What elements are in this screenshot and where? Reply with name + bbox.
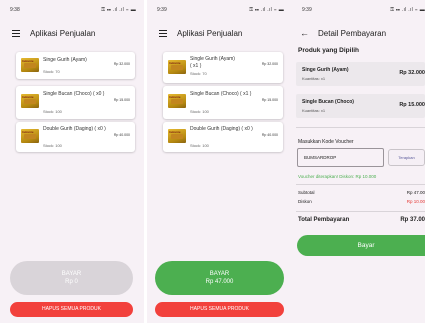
voucher-input[interactable] [297,148,384,167]
bayar-button[interactable]: BAYAR Rp 47.000 [155,261,284,295]
status-icons: ⚿ ☷ .ıl .ıl ⌔ ▬ [249,7,284,13]
app-title: Aplikasi Penjualan [177,29,243,38]
status-bar: 9:39 ⚿ ☷ .ıl .ıl ⌔ ▬ [292,0,425,18]
voucher-applied-message: Voucher diterapkan! Diskon: Rp 10.000 [298,174,377,179]
product-image: Indomie [168,60,186,74]
product-image: Indomie [21,129,39,143]
bayar-amount: Rp 47.000 [205,279,234,285]
bayar-label: BAYAR [61,271,82,277]
product-stock: Stock: 100 [43,109,62,114]
bayar-button[interactable]: BAYAR Rp 0 [10,261,133,295]
product-qty: ( x1 ) [190,63,202,69]
product-image: Indomie [168,94,186,108]
product-name: Double Gurih (Daging) ( x0 ) [190,126,253,132]
item-name: Single Bucan (Choco) [302,99,354,105]
total-label: Total Pembayaran [298,217,350,223]
product-name: Singe Gurih (Ayam) [43,57,87,63]
screen-cart-filled: 9:39 ⚿ ☷ .ıl .ıl ⌔ ▬ Aplikasi Penjualan … [147,0,292,323]
hapus-semua-button[interactable]: HAPUS SEMUA PRODUK [155,302,284,317]
product-card[interactable]: Indomie Single Bucan (Choco) ( x1 ) Stoc… [163,86,283,119]
voucher-label: Masukkan Kode Voucher [298,139,354,145]
bayar-button[interactable]: Bayar [297,235,425,256]
bottom-bar: BAYAR Rp 0 HAPUS SEMUA PRODUK [0,256,144,323]
total-value: Rp 37.00 [400,217,425,223]
bayar-amount: Rp 0 [65,279,78,285]
screen-cart-empty: 9:38 ⚿ ☷ .ıl .ıl ⌔ ▬ Aplikasi Penjualan … [0,0,144,323]
divider [296,211,425,212]
section-title: Produk yang Dipilih [298,47,360,54]
product-stock: Stock: 100 [190,143,209,148]
item-qty: Kuantitas: x1 [302,108,326,113]
product-name: Single Bucan (Choco) ( x0 ) [43,91,105,97]
page-title: Detail Pembayaran [318,29,387,38]
product-stock: Stock: 100 [43,143,62,148]
selected-item: Singe Gurih (Ayam) Kuantitas: x1 Rp 32.0… [296,62,425,86]
product-name: Single Gurih (Ayam) [190,56,235,62]
product-price: Rp 15.000 [261,98,278,102]
item-qty: Kuantitas: x1 [302,76,326,81]
selected-item: Single Bucan (Choco) Kuantitas: x1 Rp 15… [296,94,425,118]
status-icons: ⚿ ☷ .ıl .ıl ⌔ ▬ [101,7,136,13]
status-time: 9:38 [10,7,20,13]
hamburger-menu-icon[interactable] [12,30,20,38]
divider [296,184,425,185]
app-bar: ← Detail Pembayaran [292,24,425,46]
product-card[interactable]: Indomie Singe Gurih (Ayam) Stock: 70 Rp … [16,52,135,79]
product-price: Rp 40.000 [261,133,278,137]
product-card[interactable]: Indomie Double Gurih (Daging) ( x0 ) Sto… [16,122,135,152]
product-card[interactable]: Indomie Double Gurih (Daging) ( x0 ) Sto… [163,122,283,152]
item-price: Rp 32.000 [399,70,425,76]
product-price: Rp 32.000 [261,62,278,66]
product-stock: Stock: 70 [43,69,60,74]
status-bar: 9:38 ⚿ ☷ .ıl .ıl ⌔ ▬ [0,0,144,18]
product-price: Rp 40.000 [113,133,130,137]
product-price: Rp 32.000 [113,62,130,66]
product-image: Indomie [21,58,39,72]
app-bar: Aplikasi Penjualan [0,24,144,46]
subtotal-label: Subtotal [298,190,315,195]
product-stock: Stock: 70 [190,71,207,76]
back-arrow-icon[interactable]: ← [300,28,309,38]
divider [296,127,425,128]
screen-payment-detail: 9:39 ⚿ ☷ .ıl .ıl ⌔ ▬ ← Detail Pembayaran… [292,0,425,323]
bayar-label: BAYAR [209,271,230,277]
product-image: Indomie [21,94,39,108]
app-bar: Aplikasi Penjualan [147,24,292,46]
product-price: Rp 15.000 [113,98,130,102]
bottom-bar: BAYAR Rp 47.000 HAPUS SEMUA PRODUK [147,256,292,323]
diskon-label: Diskon [298,199,312,204]
terapkan-button[interactable]: Terapkan [388,149,425,166]
product-card[interactable]: Indomie Single Gurih (Ayam) ( x1 ) Stock… [163,52,283,83]
status-time: 9:39 [302,7,312,13]
product-name: Double Gurih (Daging) ( x0 ) [43,126,106,132]
product-image: Indomie [168,129,186,143]
item-name: Singe Gurih (Ayam) [302,67,349,73]
product-card[interactable]: Indomie Single Bucan (Choco) ( x0 ) Stoc… [16,86,135,119]
diskon-value: Rp 10.00 [406,199,425,204]
status-time: 9:39 [157,7,167,13]
subtotal-value: Rp 47.00 [406,190,425,195]
hapus-semua-button[interactable]: HAPUS SEMUA PRODUK [10,302,133,317]
hamburger-menu-icon[interactable] [159,30,167,38]
status-icons: ⚿ ☷ .ıl .ıl ⌔ ▬ [390,7,425,13]
app-title: Aplikasi Penjualan [30,29,96,38]
item-price: Rp 15.000 [399,102,425,108]
product-name: Single Bucan (Choco) ( x1 ) [190,91,252,97]
status-bar: 9:39 ⚿ ☷ .ıl .ıl ⌔ ▬ [147,0,292,18]
product-stock: Stock: 100 [190,109,209,114]
